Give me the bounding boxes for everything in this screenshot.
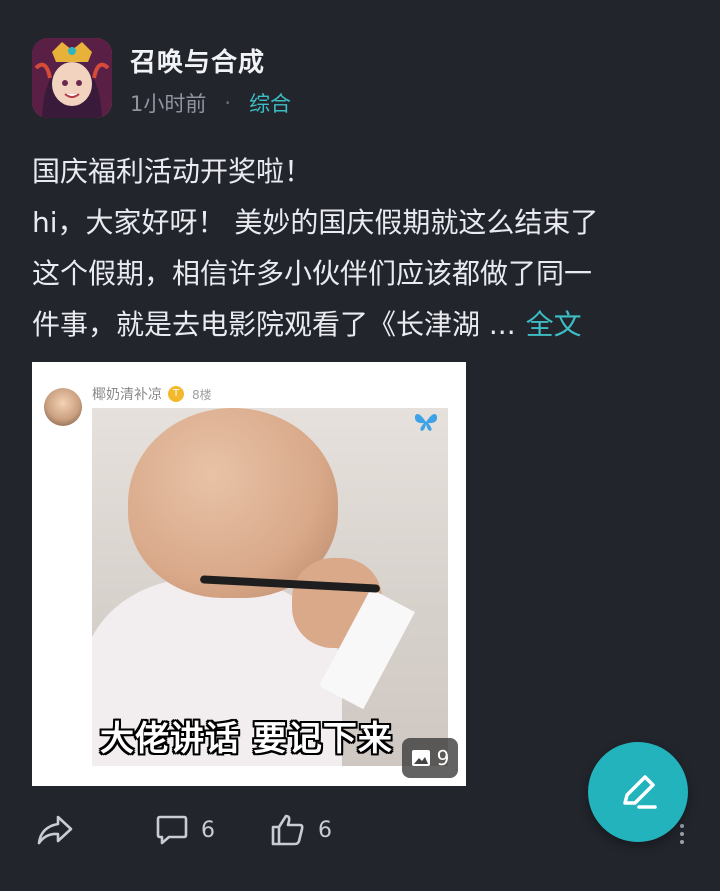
like-count: 6 [318, 817, 332, 843]
comment-user: 椰奶清补凉 T 8楼 [92, 384, 212, 404]
like-button[interactable]: 6 [270, 813, 332, 847]
share-icon [37, 815, 73, 845]
meme-caption: 大佬讲话 要记下来 [100, 719, 393, 759]
share-button[interactable] [36, 813, 74, 847]
butterfly-icon [414, 412, 438, 438]
post-title: 国庆福利活动开奖啦！ [32, 155, 313, 188]
compose-button[interactable] [588, 742, 688, 842]
post-meta: 1小时前 · 综合 [130, 88, 291, 118]
post-card[interactable]: 召唤与合成 1小时前 · 综合 国庆福利活动开奖啦！ hi，大家好呀！ 美妙的国… [0, 0, 720, 891]
floor-label: 8楼 [192, 387, 212, 402]
post-time: 1小时前 [130, 92, 207, 116]
post-body-line: 件事，就是去电影院观看了《长津湖 ... 全文 [32, 299, 692, 350]
full-text-link[interactable]: 全文 [526, 308, 582, 341]
meta-separator: · [224, 91, 232, 115]
author-avatar[interactable] [32, 38, 112, 118]
post-image[interactable]: 椰奶清补凉 T 8楼 大佬讲话 要记下来 [32, 362, 466, 786]
comment-username: 椰奶清补凉 [92, 387, 162, 403]
meme-photo: 大佬讲话 要记下来 [92, 408, 448, 766]
author-name[interactable]: 召唤与合成 [130, 42, 265, 79]
comment-count: 6 [201, 817, 215, 843]
edit-pen-icon [623, 775, 657, 809]
comment-icon [156, 815, 188, 845]
level-badge: T [168, 386, 184, 402]
image-count: 9 [436, 746, 450, 770]
comment-button[interactable]: 6 [155, 813, 215, 847]
post-category[interactable]: 综合 [249, 88, 291, 118]
post-body-line: 这个假期，相信许多小伙伴们应该都做了同一 [32, 257, 593, 290]
comment-avatar [44, 388, 82, 426]
like-icon [271, 814, 304, 846]
post-content[interactable]: 国庆福利活动开奖啦！ hi，大家好呀！ 美妙的国庆假期就这么结束了 这个假期，相… [32, 146, 692, 350]
image-count-badge[interactable]: 9 [402, 738, 458, 778]
image-icon [411, 750, 430, 766]
more-options[interactable] [680, 824, 684, 844]
post-body-line-text: 件事，就是去电影院观看了《长津湖 ... [32, 308, 516, 341]
post-body-line: hi，大家好呀！ 美妙的国庆假期就这么结束了 [32, 206, 599, 239]
